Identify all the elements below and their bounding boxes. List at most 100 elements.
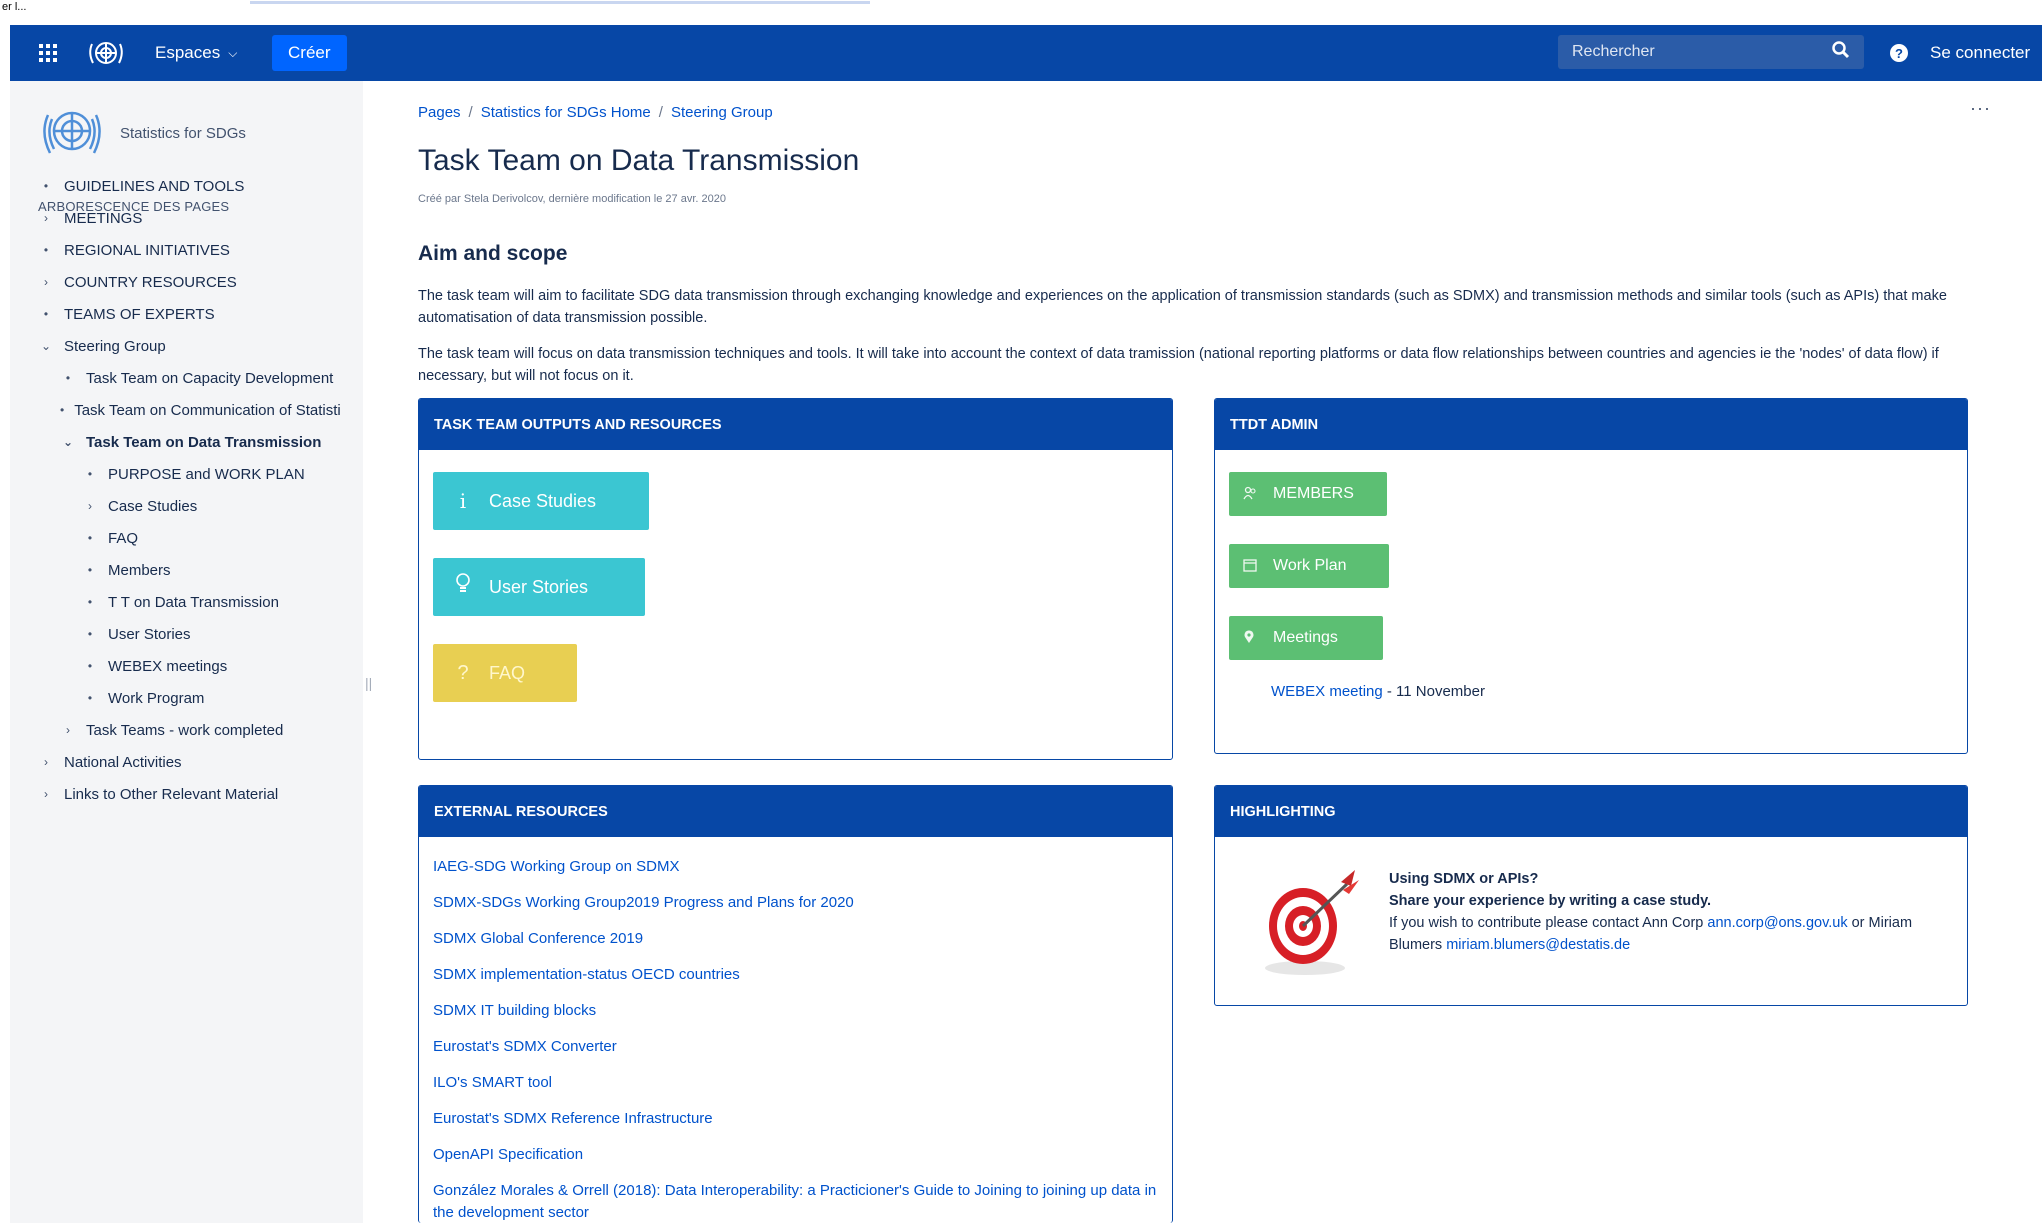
search-placeholder: Rechercher [1572,43,1655,60]
outputs-panel: TASK TEAM OUTPUTS AND RESOURCES i Case S… [418,398,1173,760]
members-label: MEMBERS [1273,485,1354,502]
external-resource-link[interactable]: SDMX implementation-status OECD countrie… [433,964,1163,986]
webex-meeting-link[interactable]: WEBEX meeting [1271,683,1383,700]
chevron-right-icon[interactable]: › [38,275,54,289]
faq-button[interactable]: ? FAQ [433,644,577,702]
external-resource-link[interactable]: Eurostat's SDMX Converter [433,1036,1163,1058]
breadcrumb: Pages / Statistics for SDGs Home / Steering … [418,104,773,121]
app-switcher-icon[interactable] [38,25,58,81]
sidebar-item[interactable]: • Members [82,555,340,585]
search-input[interactable]: Rechercher [1558,35,1864,69]
email-link-miriam-blumers[interactable]: miriam.blumers@destatis.de [1446,937,1630,953]
sidebar-item[interactable]: › National Activities [38,747,340,777]
chevron-right-icon[interactable]: › [38,787,54,801]
bullet-icon: • [87,659,93,673]
question-icon: ? [457,661,469,684]
external-resource-link[interactable]: IAEG-SDG Working Group on SDMX [433,856,1163,878]
highlight-panel-title: HIGHLIGHTING [1215,786,1967,837]
chevron-down-icon[interactable]: ⌄ [38,339,54,353]
meetings-label: Meetings [1273,629,1338,646]
case-studies-button[interactable]: i Case Studies [433,472,649,530]
external-resource-link[interactable]: SDMX Global Conference 2019 [433,928,1163,950]
top-navigation-bar: Espaces ⌵ Créer Rechercher ? Se connecte… [10,25,2042,81]
sidebar-item-label: Links to Other Relevant Material [64,785,279,803]
breadcrumb-home[interactable]: Statistics for SDGs Home [481,104,651,121]
external-resource-link[interactable]: González Morales & Orrell (2018): Data I… [433,1180,1163,1223]
breadcrumb-pages[interactable]: Pages [418,104,461,121]
location-pin-icon [1243,629,1263,647]
faq-label: FAQ [489,662,526,683]
chevron-right-icon[interactable]: › [82,499,98,513]
sidebar-item[interactable]: • Task Team on Capacity Development [60,363,340,393]
sidebar-item[interactable]: ⌄ Steering Group [38,331,340,361]
user-stories-button[interactable]: User Stories [433,558,645,616]
sidebar-item[interactable]: • PURPOSE and WORK PLAN [82,459,340,489]
sidebar-item[interactable]: • Work Program [82,683,340,713]
chevron-right-icon[interactable]: › [38,211,54,225]
sidebar-item-label: MEETINGS [64,209,143,227]
sidebar-item[interactable]: › COUNTRY RESOURCES [38,267,340,297]
external-resource-link[interactable]: OpenAPI Specification [433,1144,1163,1166]
login-label: Se connecter [1930,43,2031,62]
target-dart-icon [1265,870,1359,975]
chevron-right-icon[interactable]: › [38,755,54,769]
space-header[interactable]: Statistics for SDGs [38,101,246,165]
un-emblem-icon[interactable] [86,25,126,81]
sidebar-item-label: WEBEX meetings [108,657,228,675]
sidebar-item[interactable]: › MEETINGS [38,203,340,233]
sidebar-item[interactable]: • T T on Data Transmission [82,587,340,617]
external-resource-link[interactable]: ILO's SMART tool [433,1072,1163,1094]
external-resource-link[interactable]: Eurostat's SDMX Reference Infrastructure [433,1108,1163,1130]
truncated-top-text: er l... [0,0,2042,25]
sidebar-item[interactable]: › Links to Other Relevant Material [38,779,340,809]
bullet-icon: • [87,563,93,577]
info-icon: i [459,489,467,513]
user-stories-label: User Stories [489,576,589,597]
bullet-icon: • [87,595,93,609]
meetings-button[interactable]: Meetings [1229,616,1383,660]
search-icon[interactable] [1832,41,1850,64]
work-plan-button[interactable]: Work Plan [1229,544,1389,588]
sidebar-item-label: Task Team on Data Transmission [86,433,322,451]
spaces-label: Espaces [155,43,221,62]
members-button[interactable]: MEMBERS [1229,472,1387,516]
sidebar-item[interactable]: • WEBEX meetings [82,651,340,681]
aim-heading: Aim and scope [418,242,568,265]
sidebar: Statistics for SDGs ARBORESCENCE DES PAG… [10,81,363,1223]
work-plan-label: Work Plan [1273,557,1347,574]
sidebar-item[interactable]: • GUIDELINES AND TOOLS [38,171,340,201]
webex-date: - 11 November [1382,683,1485,700]
chevron-down-icon[interactable]: ⌄ [60,435,76,449]
highlighting-panel: HIGHLIGHTING Using SDMX or APIs? Share y… [1214,785,1968,1006]
svg-text:?: ? [1895,46,1903,61]
login-link[interactable]: Se connecter [1930,25,2030,81]
sidebar-item[interactable]: • TEAMS OF EXPERTS [38,299,340,329]
sidebar-item-label: COUNTRY RESOURCES [64,273,237,291]
external-resource-link[interactable]: SDMX IT building blocks [433,1000,1163,1022]
email-link-ann-corp[interactable]: ann.corp@ons.gov.uk [1707,915,1847,931]
breadcrumb-separator: / [468,104,473,121]
sidebar-item-label: Task Team on Capacity Development [86,369,334,387]
sidebar-item[interactable]: • User Stories [82,619,340,649]
sidebar-item[interactable]: • REGIONAL INITIATIVES [38,235,340,265]
aim-paragraph-2: The task team will focus on data transmi… [418,346,1939,384]
sidebar-item-label: T T on Data Transmission [108,593,279,611]
breadcrumb-steering-group[interactable]: Steering Group [671,104,773,121]
sidebar-item-label: FAQ [108,529,139,547]
create-button[interactable]: Créer [272,35,347,71]
chevron-right-icon[interactable]: › [60,723,76,737]
calendar-icon [1243,558,1263,575]
sidebar-item[interactable]: › Task Teams - work completed [60,715,340,745]
spaces-menu[interactable]: Espaces ⌵ [155,25,237,81]
help-icon[interactable]: ? [1890,25,1908,81]
space-name: Statistics for SDGs [120,124,246,142]
external-resource-link[interactable]: SDMX-SDGs Working Group2019 Progress and… [433,892,1163,914]
more-actions-icon[interactable]: ··· [1970,98,1991,119]
sidebar-item[interactable]: › Case Studies [82,491,340,521]
sidebar-item[interactable]: • FAQ [82,523,340,553]
sidebar-item-label: GUIDELINES AND TOOLS [64,177,245,195]
sidebar-item[interactable]: • Task Team on Communication of Statistic… [60,395,340,425]
sidebar-resize-handle[interactable]: || [365,675,372,691]
bullet-icon: • [43,179,49,193]
sidebar-item[interactable]: ⌄ Task Team on Data Transmission [60,427,340,457]
